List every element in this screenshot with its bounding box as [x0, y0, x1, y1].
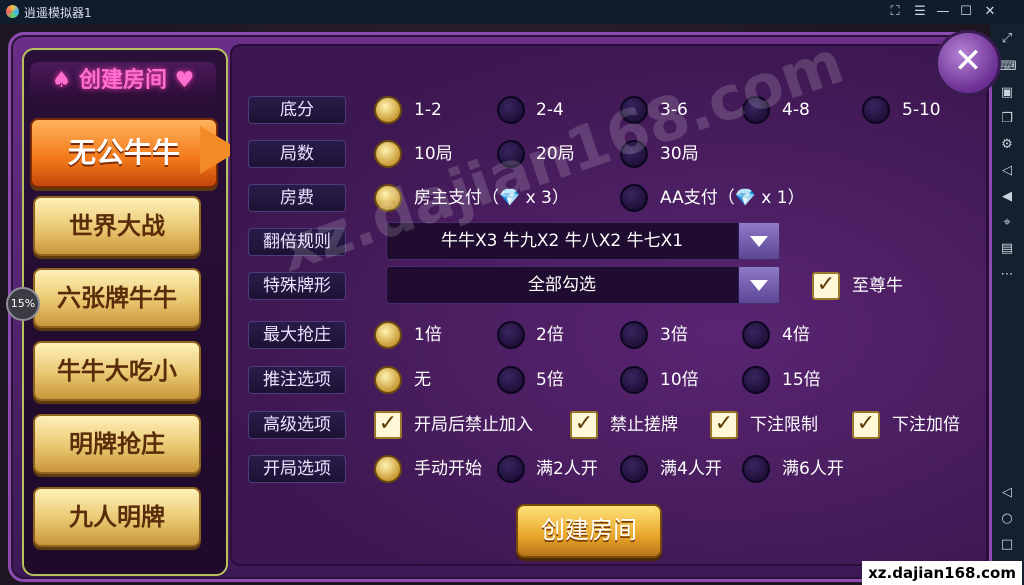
radio-kaiju-3[interactable] — [620, 455, 648, 483]
option-tuizhu-1: 无 — [414, 370, 431, 390]
menu-icon[interactable]: ☰ — [910, 2, 930, 22]
option-difen-1: 1-2 — [414, 100, 442, 120]
footer-watermark: xz.dajian168.com — [862, 561, 1022, 585]
app-logo-icon — [6, 5, 19, 18]
checkbox-gaoji-1[interactable]: ✓ — [374, 411, 402, 439]
option-qiangzhuang-3: 3倍 — [660, 325, 688, 345]
option-qiangzhuang-1: 1倍 — [414, 325, 442, 345]
option-gaoji-1: 开局后禁止加入 — [414, 415, 533, 435]
checkbox-zhizunniu[interactable]: ✓ — [812, 272, 840, 300]
label-kaiju: 开局选项 — [248, 455, 346, 483]
zhizunniu-label: 至尊牛 — [852, 276, 903, 296]
location-icon[interactable]: ⌖ — [998, 214, 1016, 232]
radio-tuizhu-2[interactable] — [497, 366, 525, 394]
mode-button-liuzhang[interactable]: 六张牌牛牛 — [33, 268, 201, 328]
radio-qiangzhuang-2[interactable] — [497, 321, 525, 349]
recents-icon[interactable]: □ — [998, 536, 1016, 554]
emulator-sidebar: ⤢ ⌨ ▣ ❐ ⚙ ◁ ◀ ⌖ ▤ ⋯ ◁ ○ □ — [990, 24, 1024, 585]
option-kaiju-2: 满2人开 — [536, 459, 598, 479]
maximize-icon[interactable]: ☐ — [956, 2, 976, 22]
label-tuizhu: 推注选项 — [248, 366, 346, 394]
option-gaoji-2: 禁止搓牌 — [610, 415, 678, 435]
radio-fangfei-2[interactable] — [620, 184, 648, 212]
option-tuizhu-3: 10倍 — [660, 370, 699, 390]
option-gaoji-3: 下注限制 — [750, 415, 818, 435]
radio-tuizhu-3[interactable] — [620, 366, 648, 394]
checkbox-gaoji-3[interactable]: ✓ — [710, 411, 738, 439]
home-icon[interactable]: ○ — [998, 510, 1016, 528]
teshu-value: 全部勾选 — [528, 275, 596, 295]
label-difen: 底分 — [248, 96, 346, 124]
screenshot-icon[interactable]: ▣ — [998, 84, 1016, 102]
mode-button-wugong[interactable]: 无公牛牛 — [30, 118, 218, 188]
label-gaoji: 高级选项 — [248, 411, 346, 439]
option-kaiju-1: 手动开始 — [414, 459, 482, 479]
mode-button-dachixiao[interactable]: 牛牛大吃小 — [33, 341, 201, 401]
window-title: 逍遥模拟器1 — [24, 6, 92, 20]
progress-badge: 15% — [6, 287, 40, 321]
settings-icon[interactable]: ⚙ — [998, 136, 1016, 154]
radio-difen-5[interactable] — [862, 96, 890, 124]
create-room-title: ♠ 创建房间 ♥ — [30, 62, 216, 100]
mode-button-shijie[interactable]: 世界大战 — [33, 196, 201, 256]
option-kaiju-3: 满4人开 — [660, 459, 722, 479]
radio-tuizhu-4[interactable] — [742, 366, 770, 394]
radio-kaiju-2[interactable] — [497, 455, 525, 483]
option-gaoji-4: 下注加倍 — [892, 415, 960, 435]
option-difen-5: 5-10 — [902, 100, 941, 120]
option-qiangzhuang-2: 2倍 — [536, 325, 564, 345]
radio-qiangzhuang-1[interactable] — [374, 321, 402, 349]
radio-kaiju-4[interactable] — [742, 455, 770, 483]
radio-tuizhu-1[interactable] — [374, 366, 402, 394]
option-tuizhu-2: 5倍 — [536, 370, 564, 390]
checkbox-gaoji-2[interactable]: ✓ — [570, 411, 598, 439]
mode-button-jiuren[interactable]: 九人明牌 — [33, 487, 201, 547]
multi-window-icon[interactable]: ❐ — [998, 110, 1016, 128]
fullscreen-icon[interactable]: ⛶ — [885, 2, 905, 22]
back-icon[interactable]: ◁ — [998, 484, 1016, 502]
minimize-icon[interactable]: — — [933, 2, 953, 22]
dropdown-arrow-icon[interactable] — [738, 267, 779, 303]
resize-icon[interactable]: ⤢ — [998, 30, 1016, 48]
more-icon[interactable]: ⋯ — [998, 266, 1016, 284]
option-fangfei-2: AA支付（💎 x 1） — [660, 188, 805, 208]
teshu-select[interactable]: 全部勾选 — [386, 266, 780, 304]
volume-down-icon[interactable]: ◀ — [998, 188, 1016, 206]
label-jushu: 局数 — [248, 140, 346, 168]
option-kaiju-4: 满6人开 — [782, 459, 844, 479]
option-qiangzhuang-4: 4倍 — [782, 325, 810, 345]
close-button[interactable]: ✕ — [935, 30, 1001, 96]
radio-qiangzhuang-3[interactable] — [620, 321, 648, 349]
radio-kaiju-1[interactable] — [374, 455, 402, 483]
dropdown-arrow-icon[interactable] — [738, 223, 779, 259]
close-window-icon[interactable]: ✕ — [980, 2, 1000, 22]
volume-up-icon[interactable]: ◁ — [998, 162, 1016, 180]
radio-qiangzhuang-4[interactable] — [742, 321, 770, 349]
create-room-button[interactable]: 创建房间 — [516, 504, 662, 558]
option-difen-2: 2-4 — [536, 100, 564, 120]
option-tuizhu-4: 15倍 — [782, 370, 821, 390]
radio-difen-2[interactable] — [497, 96, 525, 124]
radio-difen-1[interactable] — [374, 96, 402, 124]
title-bar: 逍遥模拟器1 ⛶ ☰ — ☐ ✕ — [0, 0, 1024, 24]
label-qiangzhuang: 最大抢庄 — [248, 321, 346, 349]
checkbox-gaoji-4[interactable]: ✓ — [852, 411, 880, 439]
mode-button-mingpai[interactable]: 明牌抢庄 — [33, 414, 201, 474]
radio-jushu-1[interactable] — [374, 140, 402, 168]
folder-icon[interactable]: ▤ — [998, 240, 1016, 258]
